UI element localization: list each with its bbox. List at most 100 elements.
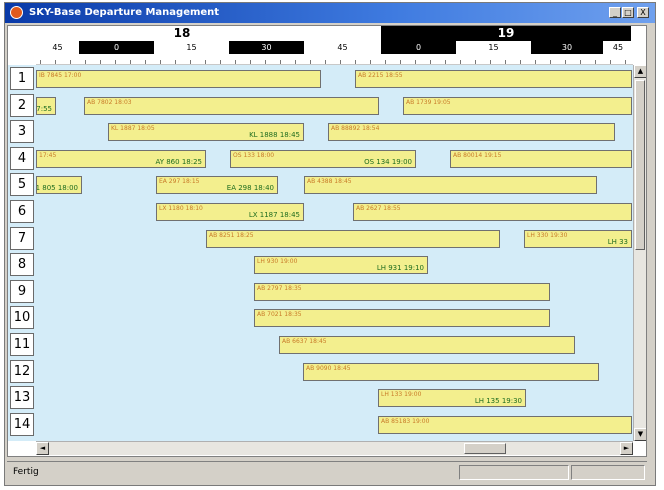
ruler-tick <box>160 60 161 64</box>
horizontal-scrollbar[interactable]: ◄ ► <box>36 441 633 455</box>
flight-bar[interactable]: AB 4388 18:45 <box>304 176 597 194</box>
ruler-tick <box>220 60 221 64</box>
window-title: SKY-Base Departure Management <box>29 7 220 18</box>
scroll-up-button[interactable]: ▲ <box>634 65 646 78</box>
flight-bar[interactable]: OS 133 18:00 OS 134 19:00 <box>230 150 416 168</box>
ruler-tick <box>190 60 191 64</box>
row-label[interactable]: 2 <box>10 94 34 117</box>
scroll-down-button[interactable]: ▼ <box>634 428 646 441</box>
flight-bar[interactable]: AB 7802 18:03 <box>84 97 379 115</box>
row-label[interactable]: 10 <box>10 306 34 329</box>
flight-bar[interactable]: AB 8251 18:25 <box>206 230 500 248</box>
departure-flight-label: LH 135 19:30 <box>474 397 522 405</box>
hour-label: 18 <box>36 26 328 41</box>
flight-bar[interactable]: AB 2797 18:35 <box>254 283 550 301</box>
departure-flight-label: LH 33 <box>607 238 628 246</box>
flight-bar[interactable]: AB 2627 18:55 <box>353 203 632 221</box>
arrival-flight-label: 17:45 <box>39 152 57 159</box>
ruler-tick <box>610 60 611 64</box>
minute-label: 30 <box>531 41 603 54</box>
ruler-tick <box>490 60 491 64</box>
ruler-tick <box>595 60 596 64</box>
flight-bar[interactable]: KL 1887 18:05 KL 1888 18:45 <box>108 123 304 141</box>
flight-bar[interactable]: AB 1739 19:05 <box>403 97 632 115</box>
row-label[interactable]: 11 <box>10 333 34 356</box>
scroll-left-button[interactable]: ◄ <box>36 442 49 455</box>
vertical-scrollbar[interactable]: ▲ ▼ <box>633 65 646 441</box>
ruler-tick <box>400 60 401 64</box>
arrival-flight-label: LH 930 19:00 <box>257 258 298 265</box>
ruler-tick <box>130 60 131 64</box>
row-label[interactable]: 4 <box>10 147 34 170</box>
flight-bar[interactable]: EA 297 18:15 EA 298 18:40 <box>156 176 278 194</box>
row-label[interactable]: 6 <box>10 200 34 223</box>
ruler-tick <box>175 60 176 64</box>
scroll-right-button[interactable]: ► <box>620 442 633 455</box>
app-logo-icon <box>10 6 23 19</box>
arrival-flight-label: AB 7802 18:03 <box>87 99 132 106</box>
arrival-flight-label: EA 297 18:15 <box>159 178 200 185</box>
departure-flight-label: OS 134 19:00 <box>364 158 412 166</box>
flight-bar[interactable]: 17:55 <box>36 97 56 115</box>
arrival-flight-label: IB 7845 17:00 <box>39 72 82 79</box>
row-label[interactable]: 9 <box>10 280 34 303</box>
status-bar: Fertig <box>7 461 647 482</box>
minute-label: 0 <box>79 41 154 54</box>
horizontal-scroll-thumb[interactable] <box>464 443 506 454</box>
ruler-tick <box>340 60 341 64</box>
ruler-tick <box>415 60 416 64</box>
row-label[interactable]: 13 <box>10 386 34 409</box>
arrival-flight-label: AB 6637 18:45 <box>282 338 327 345</box>
minimize-button[interactable]: _ <box>609 7 621 18</box>
flight-bar[interactable]: AB 7021 18:35 <box>254 309 550 327</box>
app-window: SKY-Base Departure Management _ □ X 18 19… <box>4 2 656 486</box>
flight-bar[interactable]: AB 85183 19:00 <box>378 416 632 434</box>
ruler-tick <box>445 60 446 64</box>
minute-label: 45 <box>603 41 633 54</box>
ruler-tick <box>430 60 431 64</box>
departure-flight-label: EA 298 18:40 <box>226 184 274 192</box>
ruler-tick <box>535 60 536 64</box>
ruler-tick <box>40 60 41 64</box>
row-label[interactable]: 14 <box>10 413 34 436</box>
maximize-button[interactable]: □ <box>622 7 634 18</box>
arrival-flight-label: AB 1739 19:05 <box>406 99 451 106</box>
row-label[interactable]: 3 <box>10 120 34 143</box>
flight-bar[interactable]: 17:45 AY 860 18:25 <box>36 150 206 168</box>
departure-flight-label: LX 1187 18:45 <box>248 211 300 219</box>
minute-label: 45 <box>36 41 79 54</box>
title-bar[interactable]: SKY-Base Departure Management _ □ X <box>5 3 655 23</box>
flight-bar[interactable]: AB 80014 19:15 <box>450 150 632 168</box>
arrival-flight-label: AB 80014 19:15 <box>453 152 502 159</box>
arrival-flight-label: AB 8251 18:25 <box>209 232 254 239</box>
flight-bar[interactable]: LH 930 19:00 LH 931 19:10 <box>254 256 428 274</box>
arrival-flight-label: AB 88892 18:54 <box>331 125 380 132</box>
vertical-scroll-thumb[interactable] <box>635 80 645 250</box>
minute-label: 15 <box>154 41 229 54</box>
row-label[interactable]: 5 <box>10 173 34 196</box>
row-label[interactable]: 12 <box>10 360 34 383</box>
row-label[interactable]: 7 <box>10 227 34 250</box>
ruler-tick <box>310 60 311 64</box>
status-panel <box>459 465 569 480</box>
row-label[interactable]: 1 <box>10 67 34 90</box>
flight-bar[interactable]: LX 1180 18:10 LX 1187 18:45 <box>156 203 304 221</box>
flight-bar[interactable]: LH 133 19:00 LH 135 19:30 <box>378 389 526 407</box>
flight-bar[interactable]: AB 6637 18:45 <box>279 336 575 354</box>
close-button[interactable]: X <box>637 7 649 18</box>
flight-bar[interactable]: AB 9090 18:45 <box>303 363 599 381</box>
flight-bar[interactable]: AB 2215 18:55 <box>355 70 632 88</box>
departure-flight-label: 17:55 <box>36 105 52 113</box>
ruler-tick <box>280 60 281 64</box>
ruler-tick <box>205 60 206 64</box>
flight-bar[interactable]: LH 330 19:30 LH 33 <box>524 230 632 248</box>
flight-bar[interactable]: 1 805 18:00 <box>36 176 82 194</box>
flight-bar[interactable]: IB 7845 17:00 <box>36 70 321 88</box>
flight-bar[interactable]: AB 88892 18:54 <box>328 123 615 141</box>
row-label[interactable]: 8 <box>10 253 34 276</box>
ruler-tick <box>580 60 581 64</box>
ruler-tick <box>325 60 326 64</box>
ruler-tick <box>565 60 566 64</box>
ruler-tick <box>550 60 551 64</box>
hour-label: 19 <box>381 26 631 41</box>
